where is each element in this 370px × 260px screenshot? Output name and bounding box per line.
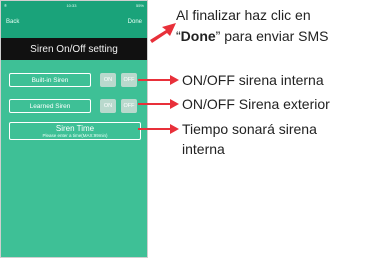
nav-bar: Back Done xyxy=(1,9,147,38)
learned-siren-label: Learned Siren xyxy=(9,99,91,113)
external-arrow-icon xyxy=(138,99,179,109)
status-battery: 55% xyxy=(135,2,144,8)
status-bar: ® 10:33 55% xyxy=(1,1,147,9)
external-note: ON/OFF Sirena exterior xyxy=(182,96,330,112)
learned-siren-row: Learned Siren ON OFF xyxy=(9,99,141,113)
learned-siren-on-button[interactable]: ON xyxy=(100,99,116,113)
page-title: Siren On/Off setting xyxy=(1,38,147,60)
status-left: ® xyxy=(4,2,7,8)
status-time: 10:33 xyxy=(66,2,77,8)
back-button[interactable]: Back xyxy=(6,19,19,25)
builtin-siren-on-button[interactable]: ON xyxy=(100,73,116,87)
done-button[interactable]: Done xyxy=(128,19,142,25)
learned-siren-off-button[interactable]: OFF xyxy=(121,99,137,113)
time-note-line1: Tiempo sonará sirena xyxy=(182,121,317,137)
done-note-line2: “Done” para enviar SMS xyxy=(176,27,329,45)
builtin-siren-off-button[interactable]: OFF xyxy=(121,73,137,87)
done-arrow-icon xyxy=(150,23,176,43)
internal-note: ON/OFF sirena interna xyxy=(182,72,324,88)
done-note-quote-close: ” para enviar SMS xyxy=(215,28,329,44)
siren-time-label: Siren Time xyxy=(55,124,95,133)
builtin-siren-label: Built-in Siren xyxy=(9,73,91,87)
internal-arrow-icon xyxy=(138,75,179,85)
done-note-bold: Done xyxy=(180,28,216,44)
builtin-siren-row: Built-in Siren ON OFF xyxy=(9,73,141,87)
time-note-line2: interna xyxy=(182,141,225,157)
phone-screen: ® 10:33 55% Back Done Siren On/Off setti… xyxy=(0,0,148,258)
siren-time-input[interactable]: Siren Time Please enter a time(MAX:99min… xyxy=(9,122,141,140)
siren-time-placeholder: Please enter a time(MAX:99min) xyxy=(42,133,108,138)
done-note-line1: Al finalizar haz clic en xyxy=(176,7,311,23)
time-arrow-icon xyxy=(138,124,179,134)
